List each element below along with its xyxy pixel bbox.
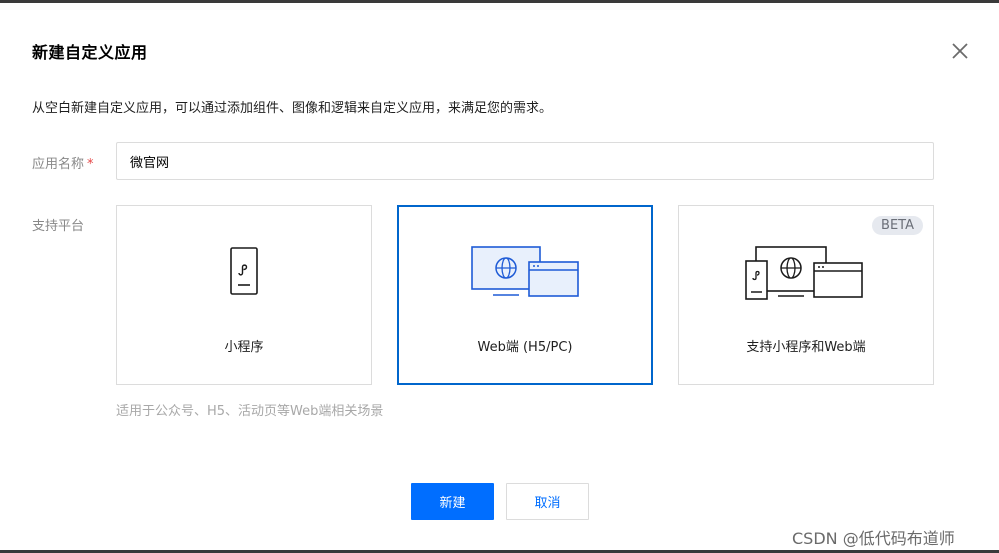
web-browser-icon: [471, 246, 579, 297]
app-name-label-text: 应用名称: [32, 157, 85, 172]
dialog-description: 从空白新建自定义应用，可以通过添加组件、图像和逻辑来自定义应用，来满足您的需求。: [32, 101, 553, 116]
cancel-button[interactable]: 取消: [506, 483, 589, 520]
platform-card-label: Web端 (H5/PC): [477, 340, 573, 355]
app-name-input[interactable]: [116, 142, 934, 180]
beta-badge: BETA: [872, 216, 923, 235]
watermark: CSDN @低代码布道师: [792, 529, 955, 548]
app-name-label: 应用名称 *: [32, 153, 94, 172]
required-mark: *: [87, 157, 94, 172]
dialog-title: 新建自定义应用: [32, 43, 148, 62]
platform-card-mini-program-and-web[interactable]: BETA 支持小程序和Web端: [678, 205, 934, 385]
platform-card-mini-program[interactable]: 小程序: [116, 205, 372, 385]
platform-label: 支持平台: [32, 219, 85, 234]
platform-card-label: 支持小程序和Web端: [746, 340, 866, 355]
platform-card-label: 小程序: [224, 340, 264, 355]
mini-program-phone-icon: [230, 247, 258, 295]
create-button[interactable]: 新建: [411, 483, 494, 520]
close-icon[interactable]: [950, 41, 970, 61]
mini-program-and-web-icon: [745, 246, 863, 300]
platform-card-web[interactable]: Web端 (H5/PC): [397, 205, 653, 385]
platform-hint: 适用于公众号、H5、活动页等Web端相关场景: [116, 404, 384, 419]
create-app-dialog: 新建自定义应用 从空白新建自定义应用，可以通过添加组件、图像和逻辑来自定义应用，…: [0, 3, 999, 550]
